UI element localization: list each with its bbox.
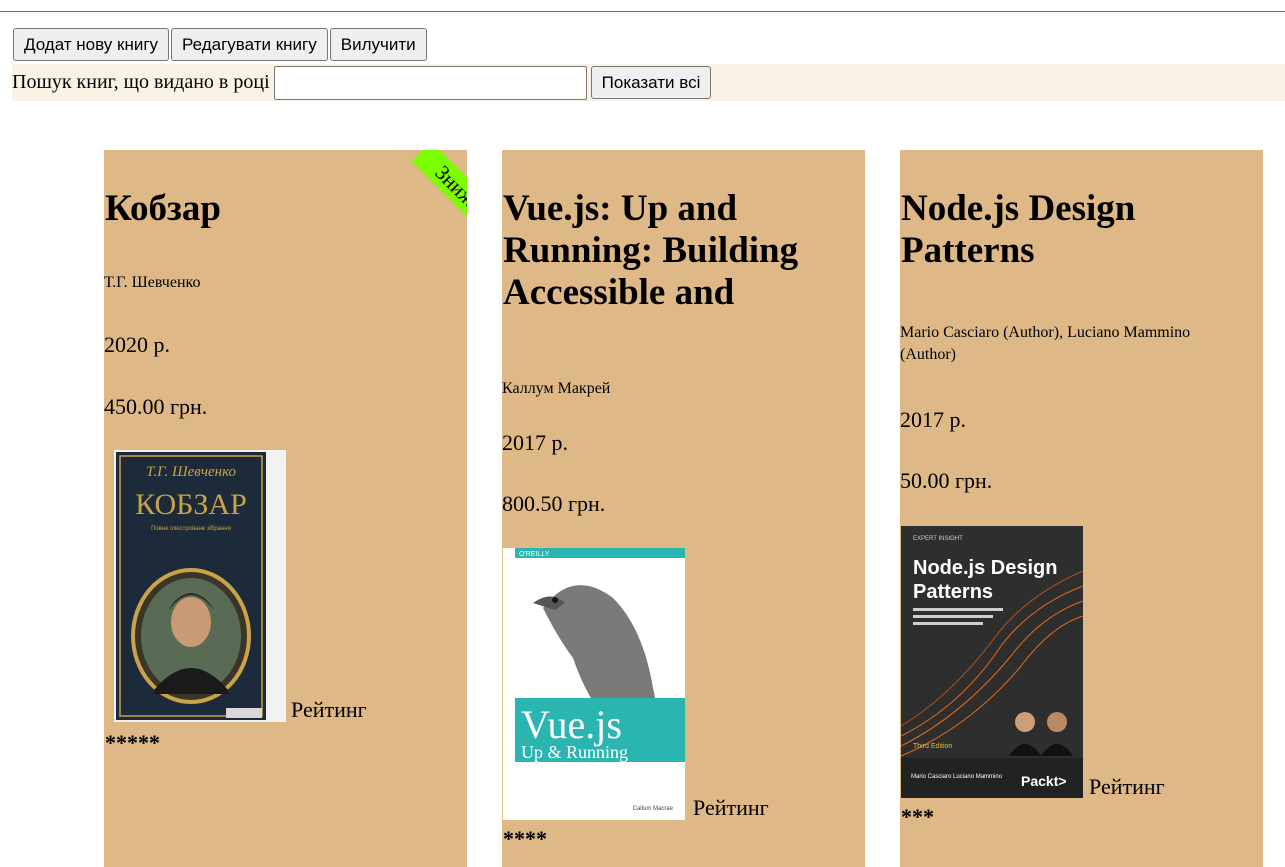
book-cover-image: Т.Г. Шевченко КОБЗАР Повне ілюстроване з…	[114, 450, 286, 722]
edit-book-button[interactable]: Редагувати книгу	[171, 28, 328, 61]
book-card[interactable]: Vue.js: Up and Running: Building Accessi…	[502, 150, 865, 867]
top-divider	[0, 11, 1285, 12]
rating-label: Рейтинг	[693, 795, 769, 820]
cover-subtitle-text: Up & Running	[521, 742, 628, 762]
add-book-button[interactable]: Додат нову книгу	[13, 28, 170, 61]
rating-stars: *****	[105, 730, 160, 755]
year-search-label: Пошук книг, що видано в році	[12, 71, 270, 93]
cover-series-text: EXPERT INSIGHT	[913, 536, 963, 542]
cover-publisher-text: Packt>	[1021, 773, 1067, 789]
rating-label: Рейтинг	[291, 697, 367, 722]
book-cover-image: O'REILLY Vue.js Up & Running Callum Macr…	[503, 548, 685, 820]
book-price: 800.50 грн.	[502, 491, 606, 516]
book-card[interactable]: Node.js Design Patterns Mario Casciaro (…	[900, 150, 1263, 867]
show-all-button[interactable]: Показати всі	[590, 66, 712, 99]
book-author: Каллум Макрей	[502, 380, 611, 397]
book-year: 2017 р.	[502, 430, 568, 455]
cover-authors-text: Mario Casciaro Luciano Mammino	[911, 774, 1003, 780]
cover-title-text: КОБЗАР	[135, 488, 247, 521]
book-author: Т.Г. Шевченко	[104, 274, 201, 291]
rating-stars: ****	[503, 826, 547, 851]
book-author: Mario Casciaro (Author), Luciano Mammino…	[900, 324, 1191, 363]
cover-title-line2: Patterns	[913, 581, 993, 603]
book-title: Vue.js: Up and Running: Building Accessi…	[503, 188, 799, 313]
book-price: 50.00 грн.	[900, 468, 993, 493]
rating-label: Рейтинг	[1089, 774, 1165, 799]
cover-subtitle-text: Повне ілюстроване зібрання	[151, 526, 231, 532]
cover-edition-text: Third Edition	[913, 743, 952, 750]
book-year: 2020 р.	[104, 332, 170, 357]
cover-title-line1: Node.js Design	[913, 557, 1057, 579]
book-title: Node.js Design Patterns	[901, 188, 1136, 271]
book-title: Кобзар	[105, 188, 221, 229]
book-card[interactable]: Кобзар Т.Г. Шевченко 2020 р. 450.00 грн.…	[104, 150, 467, 867]
toolbar: Додат нову книгу Редагувати книгу Вилучи…	[13, 28, 429, 61]
year-search-bar: Пошук книг, що видано в році Показати вс…	[12, 64, 1285, 101]
cover-title-text: Vue.js	[521, 702, 622, 747]
rating-stars: ***	[901, 804, 934, 829]
book-year: 2017 р.	[900, 407, 966, 432]
cover-publisher-text: O'REILLY	[519, 551, 550, 558]
cover-author-text: Т.Г. Шевченко	[146, 464, 237, 480]
book-cover-image: EXPERT INSIGHT Node.js Design Patterns T…	[901, 526, 1083, 798]
year-search-input[interactable]	[273, 65, 587, 100]
book-price: 450.00 грн.	[104, 394, 208, 419]
cover-author-text: Callum Macrae	[633, 806, 674, 812]
delete-book-button[interactable]: Вилучити	[329, 28, 427, 61]
